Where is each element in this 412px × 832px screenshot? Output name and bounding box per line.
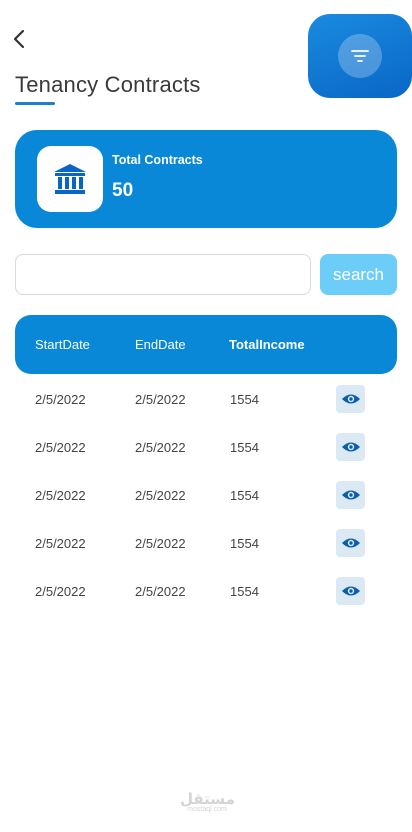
watermark-logo: مستقل mostaql.com [180, 790, 235, 813]
start-date-cell: 2/5/2022 [35, 584, 86, 599]
total-income-cell: 1554 [230, 392, 259, 407]
watermark-latin-text: mostaql.com [187, 806, 227, 813]
start-date-cell: 2/5/2022 [35, 440, 86, 455]
summary-value: 50 [112, 180, 134, 201]
view-contract-button[interactable] [336, 529, 365, 557]
summary-icon-box [37, 146, 103, 212]
column-header-end-date: EndDate [135, 337, 186, 352]
eye-icon [341, 394, 360, 404]
table-row: 2/5/2022 2/5/2022 1554 [0, 480, 412, 528]
total-income-cell: 1554 [230, 440, 259, 455]
view-contract-button[interactable] [336, 433, 365, 461]
table-row: 2/5/2022 2/5/2022 1554 [0, 384, 412, 432]
summary-label: Total Contracts [112, 153, 203, 167]
chevron-left-icon [13, 29, 25, 49]
table-row: 2/5/2022 2/5/2022 1554 [0, 576, 412, 624]
search-button[interactable]: search [320, 254, 397, 295]
total-contracts-card: Total Contracts 50 [15, 130, 397, 228]
filter-icon-circle [338, 34, 382, 78]
column-header-start-date: StartDate [35, 337, 90, 352]
start-date-cell: 2/5/2022 [35, 488, 86, 503]
table-header: StartDate EndDate TotalIncome [15, 315, 397, 374]
end-date-cell: 2/5/2022 [135, 584, 186, 599]
total-income-cell: 1554 [230, 488, 259, 503]
eye-icon [341, 586, 360, 596]
end-date-cell: 2/5/2022 [135, 536, 186, 551]
view-contract-button[interactable] [336, 481, 365, 509]
eye-icon [341, 442, 360, 452]
total-income-cell: 1554 [230, 584, 259, 599]
end-date-cell: 2/5/2022 [135, 440, 186, 455]
title-underline [15, 102, 55, 105]
end-date-cell: 2/5/2022 [135, 488, 186, 503]
back-button[interactable] [10, 28, 32, 50]
column-header-total-income: TotalIncome [229, 337, 305, 352]
total-income-cell: 1554 [230, 536, 259, 551]
start-date-cell: 2/5/2022 [35, 392, 86, 407]
end-date-cell: 2/5/2022 [135, 392, 186, 407]
table-row: 2/5/2022 2/5/2022 1554 [0, 528, 412, 576]
view-contract-button[interactable] [336, 385, 365, 413]
view-contract-button[interactable] [336, 577, 365, 605]
filter-icon [351, 50, 369, 62]
contracts-list: 2/5/2022 2/5/2022 1554 2/5/2022 2/5/2022… [0, 384, 412, 624]
eye-icon [341, 538, 360, 548]
bank-building-icon [54, 164, 86, 194]
search-input[interactable] [15, 254, 311, 295]
eye-icon [341, 490, 360, 500]
filter-button[interactable] [308, 14, 412, 98]
start-date-cell: 2/5/2022 [35, 536, 86, 551]
table-row: 2/5/2022 2/5/2022 1554 [0, 432, 412, 480]
page-title: Tenancy Contracts [15, 72, 201, 97]
